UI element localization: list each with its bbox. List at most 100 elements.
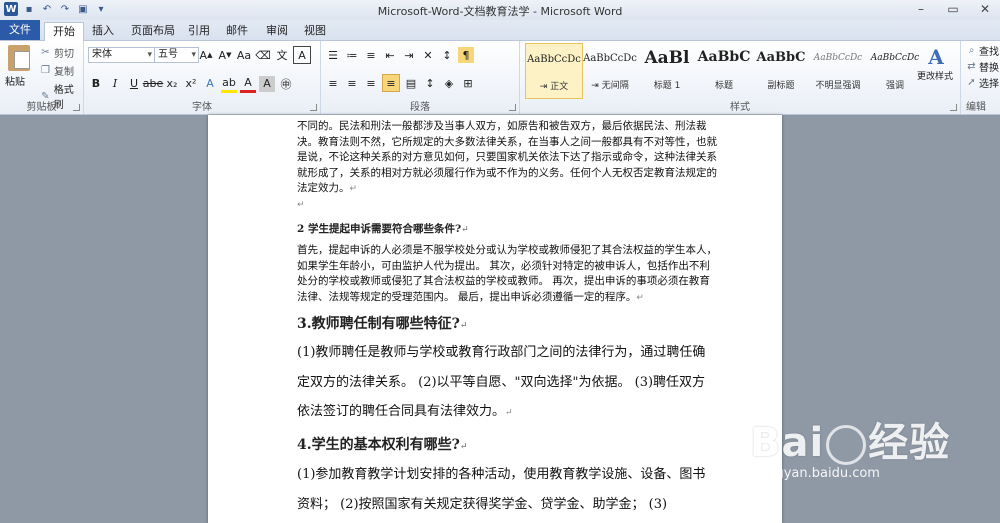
tab-file[interactable]: 文件 [0,20,40,40]
tab-insert[interactable]: 插入 [86,22,120,39]
font-group: 宋体 五号 A▲ A▼ Aa ⌫ 文 A B I U abe x₂ x² A a… [84,41,321,114]
baidu-jingyan-watermark: Bai 经验 jingyan.baidu.com [750,410,960,510]
underline-icon[interactable]: U [126,76,142,92]
heading-3[interactable]: 3.教师聘任制有哪些特征?↵ [297,313,717,333]
paragraph-label: 段落 [410,102,430,113]
paragraph-3[interactable]: (1)教师聘任是教师与学校或教育行政部门之间的法律行为，通过聘任确定双方的法律关… [297,338,717,429]
line-spacing-icon[interactable]: ↕ [422,75,438,91]
highlight-icon[interactable]: ab [221,74,237,93]
style-no-spacing[interactable]: AaBbCcDc ⇥ 无间隔 [582,43,638,97]
styles-gallery: AaBbCcDc ⇥ 正文 AaBbCcDc ⇥ 无间隔 AaBl 标题 1 A… [525,43,919,99]
paragraph-1[interactable]: 不同的。民法和刑法一般都涉及当事人双方，如原告和被告双方，最后依据民法、刑法裁决… [297,119,717,213]
font-label: 字体 [192,102,212,113]
clear-format-icon[interactable]: ⌫ [255,47,271,63]
chinese-layout-icon[interactable]: ✕ [420,47,436,63]
change-styles-icon: A [928,45,944,69]
replace-button[interactable]: ⇄ 替换 [966,59,999,74]
style-heading-1[interactable]: AaBl 标题 1 [639,43,695,97]
clipboard-label: 剪贴板 [26,102,57,113]
change-styles-button[interactable]: A 更改样式 [916,45,956,82]
change-case-icon[interactable]: Aa [236,47,252,63]
watermark-url: jingyan.baidu.com [760,466,880,481]
close-button[interactable]: ✕ [976,2,994,16]
tab-home[interactable]: 开始 [44,22,84,41]
find-button[interactable]: ⌕ 查找 [966,43,999,58]
select-button[interactable]: ➚ 选择 [966,75,999,90]
paragraph-4[interactable]: (1)参加教育教学计划安排的各种活动，使用教育教学设施、设备、图书资料； (2)… [297,460,717,519]
style-subtitle[interactable]: AaBbC 副标题 [753,43,809,97]
paragraph-2[interactable]: 首先，提起申诉的人必须是不服学校处分或认为学校或教师侵犯了其合法权益的学生本人，… [297,243,717,306]
paragraph-mark-icon: ↵ [461,225,469,235]
increase-indent-icon[interactable]: ⇥ [401,47,417,63]
copy-button[interactable]: ❐ 复制 [40,63,74,78]
styles-launcher-icon[interactable] [950,104,957,111]
document-page[interactable]: 不同的。民法和刑法一般都涉及当事人双方，如原告和被告双方，最后依据民法、刑法裁决… [208,115,782,523]
heading-2[interactable]: 2 学生提起申诉需要符合哪些条件?↵ [297,221,717,236]
italic-icon[interactable]: I [107,76,123,92]
justify-icon[interactable]: ≡ [382,74,400,92]
clipboard-launcher-icon[interactable] [73,104,80,111]
maximize-button[interactable]: ▭ [944,2,962,16]
char-shading-icon[interactable]: A [259,75,275,92]
shrink-font-icon[interactable]: A ▼ [217,47,233,63]
enclosed-char-icon[interactable]: ㊥ [278,76,294,92]
paragraph-mark-icon: ↵ [636,292,644,303]
text-effects-icon[interactable]: A [202,76,218,92]
paw-icon [826,425,867,465]
phonetic-guide-icon[interactable]: 文 [274,47,290,63]
style-subtle-emphasis[interactable]: AaBbCcDc 不明显强调 [810,43,866,97]
clipboard-group: 粘贴 ✂ 剪切 ❐ 复制 ✎ 格式刷 剪贴板 [0,41,84,114]
paste-button[interactable]: 粘贴 [5,73,25,88]
ribbon-tabs: 文件 开始 插入 页面布局 引用 邮件 审阅 视图 [0,20,1000,41]
align-left-icon[interactable]: ≡ [325,75,341,91]
tab-page-layout[interactable]: 页面布局 [126,22,180,39]
font-name-combo[interactable]: 宋体 [88,47,155,63]
strikethrough-icon[interactable]: abe [143,76,164,92]
heading-4[interactable]: 4.学生的基本权利有哪些?↵ [297,434,717,454]
align-center-icon[interactable]: ≡ [344,75,360,91]
font-color-icon[interactable]: A [240,74,256,93]
cut-button[interactable]: ✂ 剪切 [40,45,74,60]
watermark-logo: Bai 经验 [750,420,951,466]
paragraph-group: ☰ ≔ ≡ ⇤ ⇥ ✕ ↕ ¶ ≡ ≡ ≡ ≡ ▤ ↕ ◈ ⊞ 段落 [321,41,520,114]
styles-label: 样式 [730,102,750,113]
window-title: Microsoft-Word-文档教育法学 - Microsoft Word [377,5,623,18]
font-launcher-icon[interactable] [310,104,317,111]
sort-icon[interactable]: ↕ [439,47,455,63]
scissors-icon: ✂ [41,47,50,58]
show-marks-icon[interactable]: ¶ [458,47,474,63]
bullets-icon[interactable]: ☰ [325,47,341,63]
numbering-icon[interactable]: ≔ [344,47,360,63]
bold-icon[interactable]: B [88,76,104,92]
distributed-icon[interactable]: ▤ [403,75,419,91]
cursor-icon: ➚ [967,77,976,88]
grow-font-icon[interactable]: A ▲ [198,47,214,63]
subscript-icon[interactable]: x₂ [164,76,180,92]
font-size-combo[interactable]: 五号 [154,47,199,63]
multilevel-list-icon[interactable]: ≡ [363,47,379,63]
borders-icon[interactable]: ⊞ [460,75,476,91]
style-normal[interactable]: AaBbCcDc ⇥ 正文 [525,43,583,99]
paragraph-mark-icon: ↵ [349,184,358,194]
tab-view[interactable]: 视图 [300,22,330,39]
char-border-icon[interactable]: A [293,46,311,64]
paragraph-mark-icon: ↵ [505,408,513,418]
tab-review[interactable]: 审阅 [262,22,292,39]
style-title[interactable]: AaBbC 标题 [696,43,752,97]
decrease-indent-icon[interactable]: ⇤ [382,47,398,63]
ribbon: 粘贴 ✂剪切 ❐复制 ✎格式刷 剪贴板 宋体 五号 A▲ A▼ Aa ⌫ 文 A… [0,41,1000,115]
tab-references[interactable]: 引用 [184,22,214,39]
paste-icon[interactable] [8,45,30,71]
replace-icon: ⇄ [967,61,976,72]
paragraph-mark-icon: ↵ [297,199,305,210]
paragraph-mark-icon: ↵ [459,321,468,331]
tab-mailings[interactable]: 邮件 [222,22,252,39]
editing-label: 编辑 [966,102,986,113]
superscript-icon[interactable]: x² [183,76,199,92]
copy-icon: ❐ [41,65,50,76]
minimize-button[interactable]: – [912,2,930,16]
shading-icon[interactable]: ◈ [441,75,457,91]
paragraph-launcher-icon[interactable] [509,104,516,111]
align-right-icon[interactable]: ≡ [363,75,379,91]
binoculars-icon: ⌕ [968,45,975,56]
